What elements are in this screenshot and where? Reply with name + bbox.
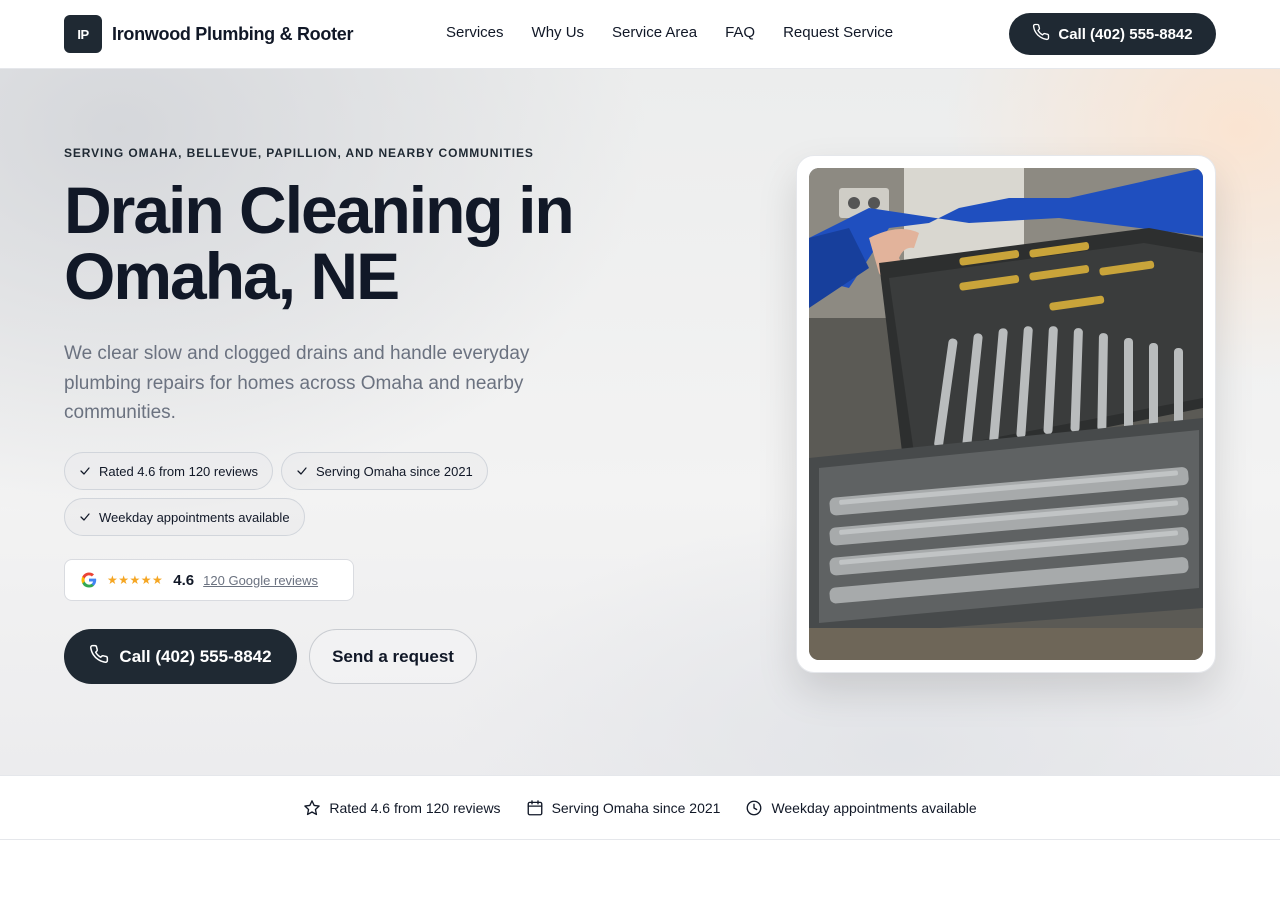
trust-label: Serving Omaha since 2021	[551, 799, 721, 816]
brand-name: Ironwood Plumbing & Rooter	[112, 23, 354, 44]
star-icon	[304, 799, 321, 815]
google-icon	[81, 572, 97, 588]
badge-since: Serving Omaha since 2021	[280, 452, 488, 490]
trust-strip: Rated 4.6 from 120 reviews Serving Omaha…	[0, 775, 1280, 840]
trust-label: Rated 4.6 from 120 reviews	[329, 799, 501, 816]
nav-link-services[interactable]: Services	[446, 24, 504, 41]
toolbox-photo	[809, 168, 1203, 660]
trust-item-rating: Rated 4.6 from 120 reviews	[303, 799, 501, 817]
star-rating-icon: ★★★★★	[107, 573, 164, 587]
trust-item-appointments: Weekday appointments available	[745, 799, 977, 817]
hero-photo-card	[796, 155, 1216, 673]
nav-link-request-service[interactable]: Request Service	[783, 24, 893, 41]
badge-rating: Rated 4.6 from 120 reviews	[64, 452, 273, 490]
nav-link-faq[interactable]: FAQ	[725, 24, 755, 41]
badge-label: Rated 4.6 from 120 reviews	[99, 463, 258, 479]
google-rating-card: ★★★★★ 4.6 120 Google reviews	[64, 559, 354, 601]
calendar-icon	[527, 799, 542, 815]
hero-eyebrow: SERVING OMAHA, BELLEVUE, PAPILLION, AND …	[64, 146, 534, 160]
nav-link-service-area[interactable]: Service Area	[612, 24, 697, 41]
trust-item-since: Serving Omaha since 2021	[526, 799, 721, 817]
hero-call-button[interactable]: Call (402) 555-8842	[64, 629, 297, 684]
trust-label: Weekday appointments available	[771, 799, 977, 816]
badge-appointments: Weekday appointments available	[64, 498, 305, 536]
check-icon	[80, 513, 90, 521]
main-nav: Services Why Us Service Area FAQ Request…	[446, 24, 893, 41]
check-icon	[80, 467, 90, 475]
phone-icon	[1032, 23, 1050, 45]
hero-section: SERVING OMAHA, BELLEVUE, PAPILLION, AND …	[0, 69, 1280, 775]
phone-icon	[89, 644, 109, 669]
clock-icon	[747, 800, 762, 815]
brand-home-link[interactable]: IP Ironwood Plumbing & Rooter	[64, 15, 353, 53]
google-reviews-link[interactable]: 120 Google reviews	[203, 573, 318, 588]
nav-link-why-us[interactable]: Why Us	[532, 24, 585, 41]
badge-label: Weekday appointments available	[99, 509, 290, 525]
hero-call-label: Call (402) 555-8842	[119, 646, 272, 666]
send-request-button[interactable]: Send a request	[309, 629, 477, 684]
hero-description: We clear slow and clogged drains and han…	[64, 343, 530, 423]
page-title: Drain Cleaning in Omaha, NE	[64, 173, 575, 313]
rating-value: 4.6	[173, 571, 195, 589]
header-call-button[interactable]: Call (402) 555-8842	[1009, 13, 1216, 55]
logo-mark: IP	[64, 15, 102, 53]
site-header: IP Ironwood Plumbing & Rooter Services W…	[0, 0, 1280, 69]
header-call-label: Call (402) 555-8842	[1058, 25, 1193, 43]
hero-badges: Rated 4.6 from 120 reviews Serving Omaha…	[64, 452, 524, 536]
badge-label: Serving Omaha since 2021	[315, 463, 473, 479]
check-icon	[297, 467, 307, 475]
